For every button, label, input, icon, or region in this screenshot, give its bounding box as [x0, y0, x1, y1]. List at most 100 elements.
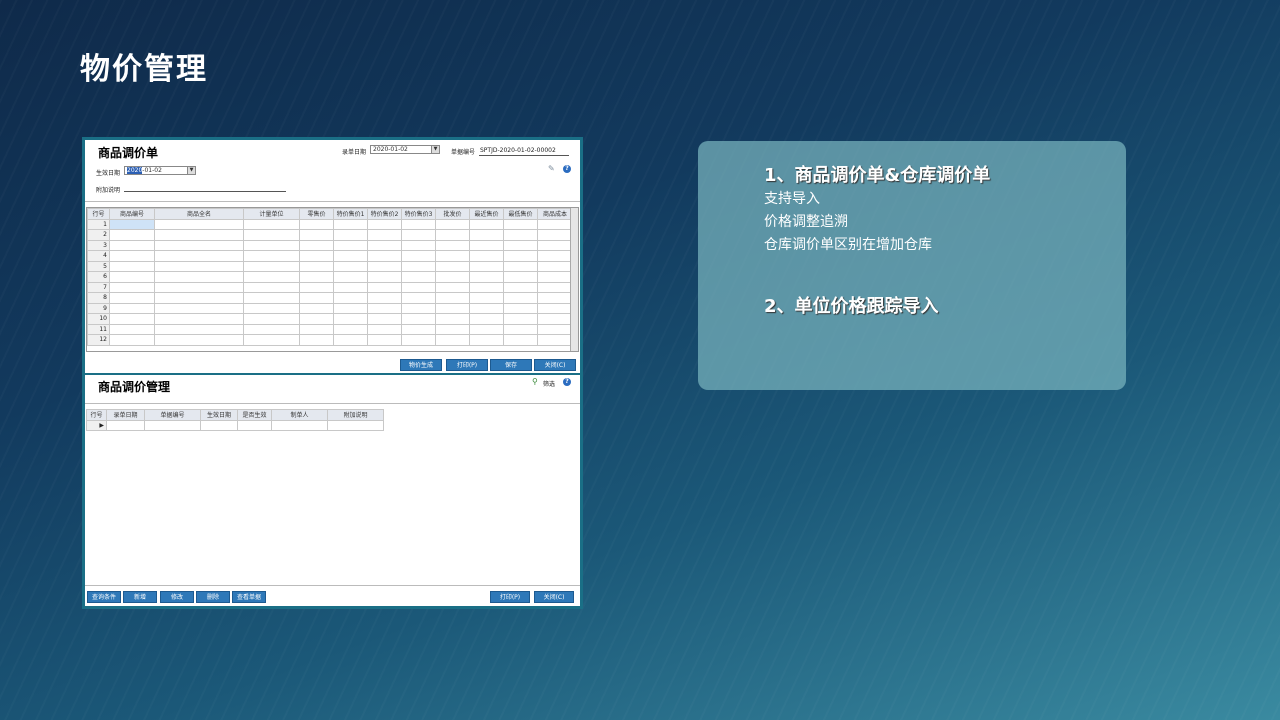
grid-cell[interactable]	[109, 334, 155, 346]
grid-cell[interactable]	[401, 260, 436, 272]
grid-cell[interactable]	[367, 250, 402, 262]
grid-cell[interactable]	[469, 229, 504, 241]
grid-cell[interactable]	[154, 250, 244, 262]
print-button[interactable]: 打印(P)	[446, 359, 488, 371]
grid-cell[interactable]	[154, 302, 244, 314]
grid-cell[interactable]	[503, 229, 538, 241]
grid-cell[interactable]	[367, 229, 402, 241]
grid-cell[interactable]	[401, 313, 436, 325]
column-header[interactable]: 生效日期	[200, 409, 238, 421]
grid-cell[interactable]	[243, 271, 300, 283]
grid-cell[interactable]	[367, 334, 402, 346]
table-row[interactable]: 1	[87, 218, 573, 230]
column-header[interactable]: 单据编号	[144, 409, 201, 421]
grid-cell[interactable]	[333, 334, 368, 346]
grid-cell[interactable]	[154, 218, 244, 230]
grid-cell[interactable]	[401, 292, 436, 304]
table-row[interactable]: 3	[87, 239, 573, 251]
grid-cell[interactable]	[435, 334, 470, 346]
grid-scrollbar[interactable]	[570, 208, 578, 351]
column-header[interactable]: 批发价	[435, 208, 470, 220]
grid-cell[interactable]	[299, 239, 334, 251]
effective-date-field[interactable]: 2020-01-02 ▼	[124, 166, 196, 175]
grid-cell[interactable]	[243, 292, 300, 304]
column-header[interactable]: 商品编号	[109, 208, 155, 220]
grid-cell[interactable]	[435, 218, 470, 230]
query-button[interactable]: 查询条件	[87, 591, 121, 603]
print-button[interactable]: 打印(P)	[490, 591, 530, 603]
grid-cell[interactable]	[299, 271, 334, 283]
grid-cell[interactable]	[503, 250, 538, 262]
note-input[interactable]	[124, 191, 286, 192]
grid-cell[interactable]	[435, 292, 470, 304]
grid-cell[interactable]	[154, 260, 244, 272]
grid-cell[interactable]	[154, 239, 244, 251]
grid-cell[interactable]	[469, 302, 504, 314]
table-row[interactable]: 11	[87, 323, 573, 335]
grid-cell[interactable]	[503, 323, 538, 335]
grid-cell[interactable]	[154, 229, 244, 241]
grid-cell[interactable]	[243, 281, 300, 293]
table-row[interactable]: 9	[87, 302, 573, 314]
grid-cell[interactable]	[154, 292, 244, 304]
grid-cell[interactable]	[299, 323, 334, 335]
grid-cell[interactable]	[435, 271, 470, 283]
grid-cell[interactable]	[401, 239, 436, 251]
grid-cell[interactable]	[469, 260, 504, 272]
grid-cell[interactable]	[367, 239, 402, 251]
close-button[interactable]: 关闭(C)	[534, 591, 574, 603]
help-icon[interactable]: ?	[563, 378, 571, 386]
filter-label[interactable]: 筛选	[543, 379, 555, 388]
grid-cell[interactable]	[367, 281, 402, 293]
grid-cell[interactable]	[154, 281, 244, 293]
grid-cell[interactable]	[243, 313, 300, 325]
column-header[interactable]: 最近售价	[469, 208, 504, 220]
grid-cell[interactable]	[537, 292, 573, 304]
grid-cell[interactable]	[537, 281, 573, 293]
table-row[interactable]: 6	[87, 271, 573, 283]
grid-cell[interactable]	[537, 334, 573, 346]
grid-cell[interactable]	[243, 334, 300, 346]
view-document-button[interactable]: 查看单据	[232, 591, 266, 603]
column-header[interactable]: 特价售价1	[333, 208, 368, 220]
grid-cell[interactable]	[537, 250, 573, 262]
splitter[interactable]	[85, 403, 580, 404]
save-button[interactable]: 保存	[490, 359, 532, 371]
grid-cell[interactable]	[469, 250, 504, 262]
grid-cell[interactable]	[401, 302, 436, 314]
grid-cell[interactable]	[469, 281, 504, 293]
grid-cell[interactable]	[333, 229, 368, 241]
grid-cell[interactable]	[243, 239, 300, 251]
splitter[interactable]	[85, 201, 580, 202]
grid-cell[interactable]	[537, 271, 573, 283]
grid-cell[interactable]	[243, 260, 300, 272]
grid-cell[interactable]	[333, 292, 368, 304]
edit-button[interactable]: 修改	[160, 591, 194, 603]
grid-cell[interactable]	[367, 313, 402, 325]
table-row[interactable]: 5	[87, 260, 573, 272]
grid-cell[interactable]	[401, 323, 436, 335]
grid-cell[interactable]	[401, 218, 436, 230]
grid-cell[interactable]	[154, 323, 244, 335]
grid-cell[interactable]	[503, 302, 538, 314]
column-header[interactable]: 最低售价	[503, 208, 538, 220]
grid-cell[interactable]	[109, 250, 155, 262]
grid-cell[interactable]	[503, 271, 538, 283]
grid-cell[interactable]	[503, 218, 538, 230]
grid-cell[interactable]	[537, 323, 573, 335]
column-header[interactable]: 特价售价3	[401, 208, 436, 220]
grid-cell[interactable]	[435, 281, 470, 293]
grid-cell[interactable]	[435, 260, 470, 272]
help-icon[interactable]: ?	[563, 165, 571, 173]
grid-cell[interactable]	[537, 302, 573, 314]
grid-cell[interactable]	[435, 250, 470, 262]
column-header[interactable]: 附加说明	[327, 409, 384, 421]
table-row[interactable]: ▶	[86, 419, 384, 431]
column-header[interactable]: 计量单位	[243, 208, 300, 220]
grid-cell[interactable]	[401, 250, 436, 262]
grid-cell[interactable]	[435, 302, 470, 314]
grid-cell[interactable]	[154, 334, 244, 346]
grid-cell[interactable]	[367, 271, 402, 283]
grid-cell[interactable]	[109, 229, 155, 241]
grid-cell[interactable]	[503, 239, 538, 251]
